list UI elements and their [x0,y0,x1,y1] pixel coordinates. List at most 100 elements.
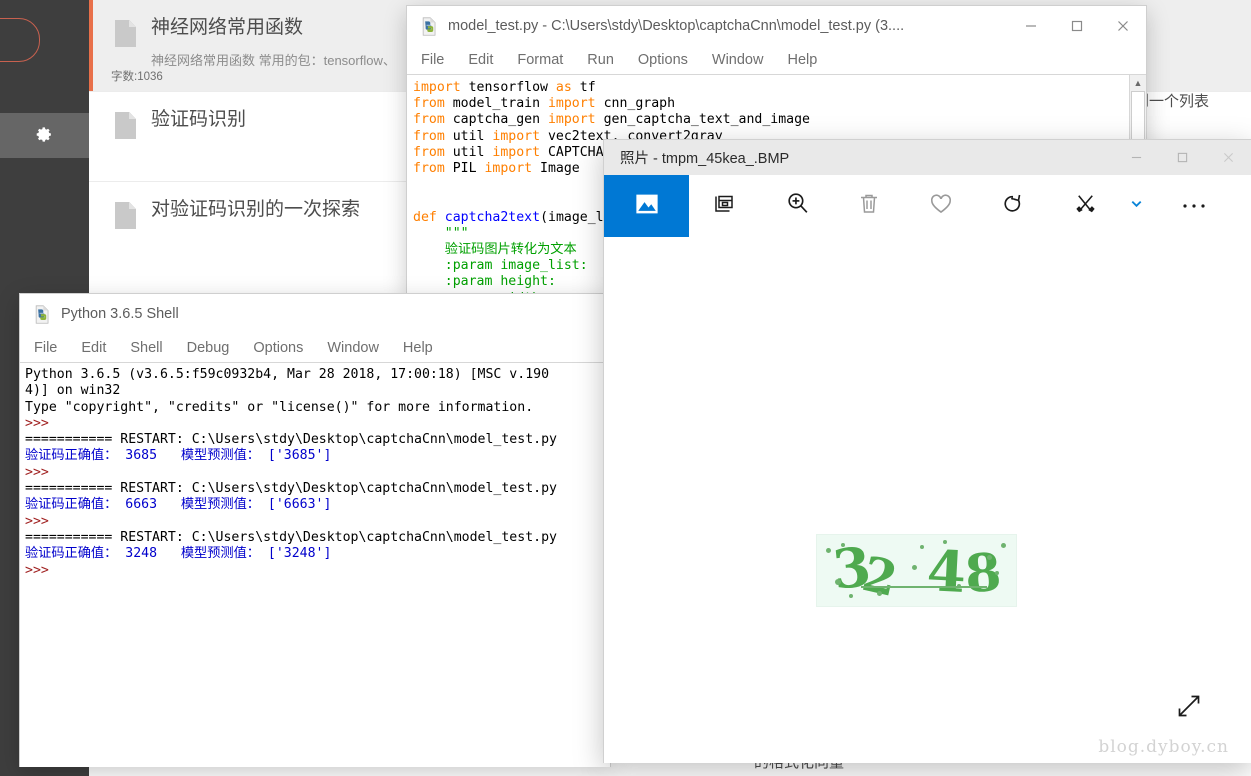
watermark-text: blog.dyboy.cn [1098,737,1229,757]
code-token: tf [571,80,596,95]
menu-shell[interactable]: Shell [130,340,162,356]
shell-line: >>> [25,562,57,578]
code-token: PIL [444,161,485,177]
captcha-digit-3: 4 [925,538,968,606]
sidebar-logo-pill [0,18,40,62]
menu-help[interactable]: Help [787,52,817,68]
menu-options[interactable]: Options [638,52,688,68]
captcha-interference-line [861,586,987,588]
code-token: import [492,128,541,144]
code-token: import [484,161,533,177]
code-token: from [413,112,445,128]
zoom-in-button[interactable] [761,175,833,237]
delete-button[interactable] [833,175,905,237]
minimize-button[interactable] [1113,140,1159,175]
share-button[interactable] [689,175,761,237]
shell-line: 4)] on win32 [25,383,121,399]
editor-title-bar[interactable]: model_test.py - C:\Users\stdy\Desktop\ca… [407,6,1146,46]
menu-file[interactable]: File [34,340,57,356]
close-button[interactable] [1205,140,1251,175]
shell-line: 验证码正确值： 3685 模型预测值： ['3685'] [25,448,332,464]
captcha-noise-dot [835,579,841,585]
favorite-button[interactable] [905,175,977,237]
photos-toolbar[interactable] [604,175,1251,238]
menu-help[interactable]: Help [403,340,433,356]
code-line: import tensorflow as tf [413,80,1146,96]
expand-arrows-icon[interactable] [1175,692,1203,725]
menu-file[interactable]: File [421,52,444,68]
document-icon [115,20,136,47]
menu-options[interactable]: Options [253,340,303,356]
code-token: """ [413,225,469,241]
delete-icon[interactable] [856,191,882,222]
photo-canvas[interactable]: 3 2 4 8 blog.dyboy.cn [604,238,1251,763]
menu-debug[interactable]: Debug [187,340,230,356]
captcha-noise-dot [849,594,853,598]
shell-menubar[interactable]: File Edit Shell Debug Options Window Hel… [20,334,610,362]
captcha-noise-dot [877,591,882,596]
photos-window-controls[interactable] [1113,140,1251,175]
captcha-noise-dot [912,565,917,570]
code-token: model_train [444,96,548,112]
captcha-noise-dot [1001,543,1006,548]
photos-title-text: 照片 - tmpm_45kea_.BMP [620,151,790,167]
captcha-noise-dot [943,540,947,544]
menu-run[interactable]: Run [587,52,614,68]
minimize-button[interactable] [1008,6,1054,46]
more-options-button[interactable] [1151,175,1237,237]
view-all-photos-button[interactable] [604,175,689,237]
close-button[interactable] [1100,6,1146,46]
shell-line: >>> [25,415,57,431]
rotate-icon[interactable] [1000,190,1027,222]
shell-line: 验证码正确值： 3248 模型预测值： ['3248'] [25,546,332,562]
code-token: from [413,96,445,112]
document-icon [115,202,136,229]
code-token: import [492,144,541,160]
edit-draw-button[interactable] [1049,175,1121,237]
share-icon[interactable] [712,191,738,222]
menu-window[interactable]: Window [712,52,764,68]
chevron-down-icon[interactable] [1129,196,1144,216]
editor-window-controls[interactable] [1008,6,1146,46]
code-line: from model_train import cnn_graph [413,96,1146,112]
editor-menubar[interactable]: File Edit Format Run Options Window Help [407,46,1146,74]
photos-viewer-window[interactable]: 照片 - tmpm_45kea_.BMP 3 2 4 8 blog.dyboy.… [604,140,1251,763]
maximize-button[interactable] [1054,6,1100,46]
shell-line: >>> [25,464,57,480]
menu-edit[interactable]: Edit [81,340,106,356]
code-token: from [413,128,445,144]
zoom-in-icon[interactable] [784,190,811,222]
menu-edit[interactable]: Edit [468,52,493,68]
menu-window[interactable]: Window [327,340,379,356]
gear-icon[interactable] [36,126,53,146]
document-icon [115,112,136,139]
code-token: from [413,144,445,160]
menu-format[interactable]: Format [517,52,563,68]
more-options-icon[interactable] [1181,197,1207,215]
shell-line: Type "copyright", "credits" or "license(… [25,399,534,415]
code-token: util [444,144,493,160]
captcha-noise-dot [826,548,831,553]
sidebar-item-settings[interactable] [0,113,89,158]
view-all-photos-icon[interactable] [632,189,662,224]
captcha-noise-dot [920,545,924,549]
idle-shell-window[interactable]: Python 3.6.5 Shell File Edit Shell Debug… [20,294,610,767]
edit-draw-icon[interactable] [1072,190,1099,222]
edit-menu-expander[interactable] [1121,175,1151,237]
python-idle-icon [420,16,439,36]
shell-line: =========== RESTART: C:\Users\stdy\Deskt… [25,481,557,497]
captcha-noise-dot [995,571,999,575]
shell-transcript[interactable]: Python 3.6.5 (v3.6.5:f59c0932b4, Mar 28 … [20,363,610,579]
rotate-button[interactable] [977,175,1049,237]
scroll-up-arrow-icon[interactable]: ▲ [1130,75,1146,90]
maximize-button[interactable] [1159,140,1205,175]
shell-title-bar[interactable]: Python 3.6.5 Shell [20,294,610,334]
code-token: cnn_graph [595,96,676,112]
photos-title-bar[interactable]: 照片 - tmpm_45kea_.BMP [604,140,1251,175]
shell-line: =========== RESTART: C:\Users\stdy\Deskt… [25,432,557,448]
captcha-noise-dot [841,543,845,547]
favorite-heart-icon[interactable] [927,190,955,223]
shell-line: =========== RESTART: C:\Users\stdy\Deskt… [25,529,557,545]
shell-output-area[interactable]: Python 3.6.5 (v3.6.5:f59c0932b4, Mar 28 … [20,362,610,767]
